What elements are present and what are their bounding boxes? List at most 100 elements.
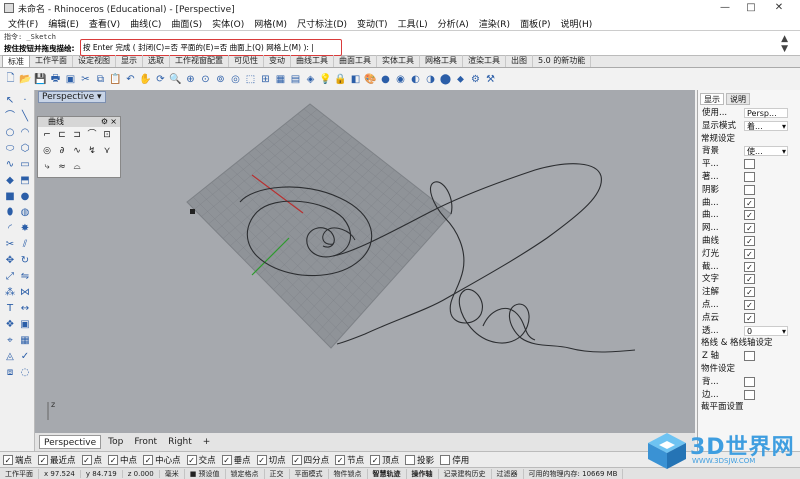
four-view-icon[interactable]: ⊞ [259,72,272,87]
rectangle-icon[interactable]: ▭ [18,158,32,172]
curve-interpolate-icon[interactable]: ⊏ [56,129,68,141]
curve-tool-icon[interactable]: ∿ [3,158,17,172]
osnap-checkbox[interactable] [405,454,416,465]
status-ortho[interactable]: 正交 [265,468,290,479]
tab-front[interactable]: Front [130,435,161,449]
text-icon[interactable]: T [3,302,17,316]
tab-select[interactable]: 选取 [143,55,170,67]
panel-row-checkbox[interactable]: ✓ [744,248,755,259]
osnap-item[interactable]: ✓ 顶点 [370,454,399,466]
zoom-icon[interactable]: 🔍 [169,72,182,87]
curve-spiral-icon[interactable]: ∂ [56,145,68,157]
render-icon[interactable]: ⬥ [454,72,467,87]
panel-row-checkbox[interactable]: ✓ [744,223,755,234]
tab-render-tools[interactable]: 渲染工具 [463,55,506,67]
panel-row-checkbox[interactable]: ✓ [744,312,755,323]
panel-row-checkbox[interactable] [744,159,755,170]
osnap-checkbox[interactable]: ✓ [3,454,13,465]
zoom-window-icon[interactable]: ⊕ [184,72,197,87]
maximize-button[interactable]: □ [736,0,766,16]
panel-row-value[interactable]: 着... [744,120,788,131]
osnap-item[interactable]: 投影 [405,454,434,466]
menu-view[interactable]: 查看(V) [84,17,125,30]
osnap-item[interactable]: 停用 [440,454,469,466]
split-icon[interactable]: ⫽ [18,238,32,252]
osnap-checkbox[interactable] [440,454,451,465]
menu-transform[interactable]: 变动(T) [352,17,393,30]
open-file-icon[interactable]: 📂 [19,72,32,87]
tab-right[interactable]: Right [164,435,196,449]
curve-toolbar-close-icon[interactable]: × [110,117,117,127]
block-icon[interactable]: ❖ [3,318,17,332]
rotate-view-icon[interactable]: ⟳ [154,72,167,87]
line-icon[interactable]: ╲ [18,110,32,124]
curve-freeform-icon[interactable]: ↯ [86,145,98,157]
panel-row-checkbox[interactable] [744,351,755,362]
surface-icon[interactable]: ◆ [3,174,17,188]
osnap-checkbox[interactable]: ✓ [256,454,267,465]
scale-icon[interactable]: ⤢ [3,270,17,284]
osnap-checkbox[interactable]: ✓ [38,454,49,465]
sphere-technical-icon[interactable]: ⬤ [439,72,452,87]
status-grid-snap[interactable]: 锁定格点 [226,468,265,479]
menu-tools[interactable]: 工具(L) [393,17,433,30]
osnap-checkbox[interactable]: ✓ [335,454,346,465]
tab-solid-tools[interactable]: 实体工具 [377,55,420,67]
curve-conic-icon[interactable]: ⋎ [101,145,113,157]
tab-standard[interactable]: 标准 [2,55,30,67]
osnap-checkbox[interactable]: ✓ [81,454,92,465]
save-icon[interactable]: 💾 [34,72,47,87]
osnap-checkbox[interactable]: ✓ [108,454,119,465]
import-icon[interactable]: ▣ [64,72,77,87]
panel-row-checkbox[interactable]: ✓ [744,236,755,246]
curve-onsrf-icon[interactable]: ⊡ [101,129,113,141]
tab-visibility[interactable]: 可见性 [229,55,264,67]
join-icon[interactable]: ⋈ [18,286,32,300]
menu-surface[interactable]: 曲面(S) [166,17,207,30]
cut-icon[interactable]: ✂ [79,72,92,87]
new-file-icon[interactable]: 🗋 [4,72,17,87]
status-layer[interactable]: ■ 预设值 [185,468,226,479]
panel-tab-help[interactable]: 说明 [726,93,750,105]
osnap-checkbox[interactable]: ✓ [291,454,302,465]
panel-row-value[interactable]: 0 [744,325,788,336]
status-units[interactable]: 毫米 [160,468,185,479]
curve-handle-icon[interactable]: ⊐ [71,129,83,141]
status-history[interactable]: 记录建构历史 [439,468,492,479]
curve-toolbar-header[interactable]: 曲线 ⚙ × [38,117,120,127]
panel-row-checkbox[interactable] [744,376,755,387]
sphere-rendered-icon[interactable]: ◉ [394,72,407,87]
sphere-shaded-icon[interactable]: ● [379,72,392,87]
sketch-curve-loops[interactable] [430,181,636,353]
osnap-item[interactable]: ✓ 中点 [108,454,137,466]
panel-row-value[interactable]: Persp... [744,108,788,118]
lock-icon[interactable]: 🔒 [334,72,347,87]
settings-icon[interactable]: ⚙ [469,72,482,87]
layer-icon[interactable]: ◈ [304,72,317,87]
paste-icon[interactable]: 📋 [109,72,122,87]
status-gumball[interactable]: 操作轴 [407,468,439,479]
explode-icon[interactable]: ✸ [18,222,32,236]
osnap-checkbox[interactable]: ✓ [143,454,154,465]
menu-curve[interactable]: 曲线(C) [125,17,166,30]
menu-edit[interactable]: 编辑(E) [43,17,84,30]
osnap-item[interactable]: ✓ 节点 [335,454,364,466]
zoom-extents-icon[interactable]: ⊙ [199,72,212,87]
osnap-item[interactable]: ✓ 四分点 [291,454,329,466]
select-arrow-icon[interactable]: ↖ [3,94,17,108]
dimension-icon[interactable]: ↔ [18,302,32,316]
status-osnap[interactable]: 物件锁点 [329,468,368,479]
panel-row-checkbox[interactable]: ✓ [744,210,755,221]
osnap-item[interactable]: ✓ 点 [81,454,102,466]
osnap-checkbox[interactable]: ✓ [221,454,232,465]
panel-row-checkbox[interactable]: ✓ [744,300,755,310]
mesh-icon[interactable]: ▦ [18,334,32,348]
sphere-xray-icon[interactable]: ◑ [424,72,437,87]
status-planar[interactable]: 平面模式 [290,468,329,479]
group-icon[interactable]: ▣ [18,318,32,332]
tab-drafting[interactable]: 出图 [506,55,533,67]
array-icon[interactable]: ⁂ [3,286,17,300]
menu-dimension[interactable]: 尺寸标注(D) [292,17,352,30]
viewport-title[interactable]: Perspective ▾ [38,91,106,103]
trim-icon[interactable]: ✂ [3,238,17,252]
